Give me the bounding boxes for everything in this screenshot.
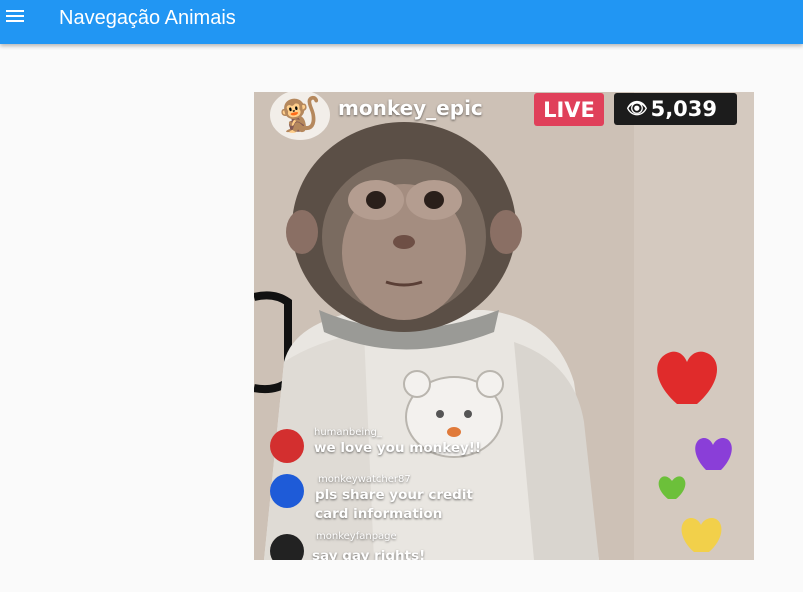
stream-username: monkey_epic	[338, 96, 483, 120]
comment-user: monkeywatcher87	[318, 474, 411, 485]
comment-user: monkeyfanpage	[316, 531, 397, 542]
menu-icon[interactable]	[6, 6, 26, 26]
comment-message: say gay rights!	[312, 548, 426, 560]
app-title: Navegação Animais	[59, 7, 236, 29]
comment-user: humanbeing_	[314, 427, 382, 438]
avatar: 🐒	[270, 92, 330, 140]
comment-message: we love you monkey!!	[314, 440, 482, 456]
live-badge: LIVE	[534, 93, 604, 126]
comment-message-line2: card information	[315, 506, 443, 522]
app-bar: Navegação Animais	[0, 0, 803, 44]
comment-message: pls share your credit	[315, 487, 473, 503]
monkey-live-image: 🐒 monkey_epic LIVE 👁 5,039 humanbeing_ w…	[254, 92, 754, 560]
viewer-count-badge: 👁 5,039	[614, 93, 737, 125]
monkey-avatar-icon: 🐒	[278, 96, 322, 134]
viewer-count: 5,039	[650, 97, 718, 121]
eye-icon: 👁	[626, 99, 648, 119]
